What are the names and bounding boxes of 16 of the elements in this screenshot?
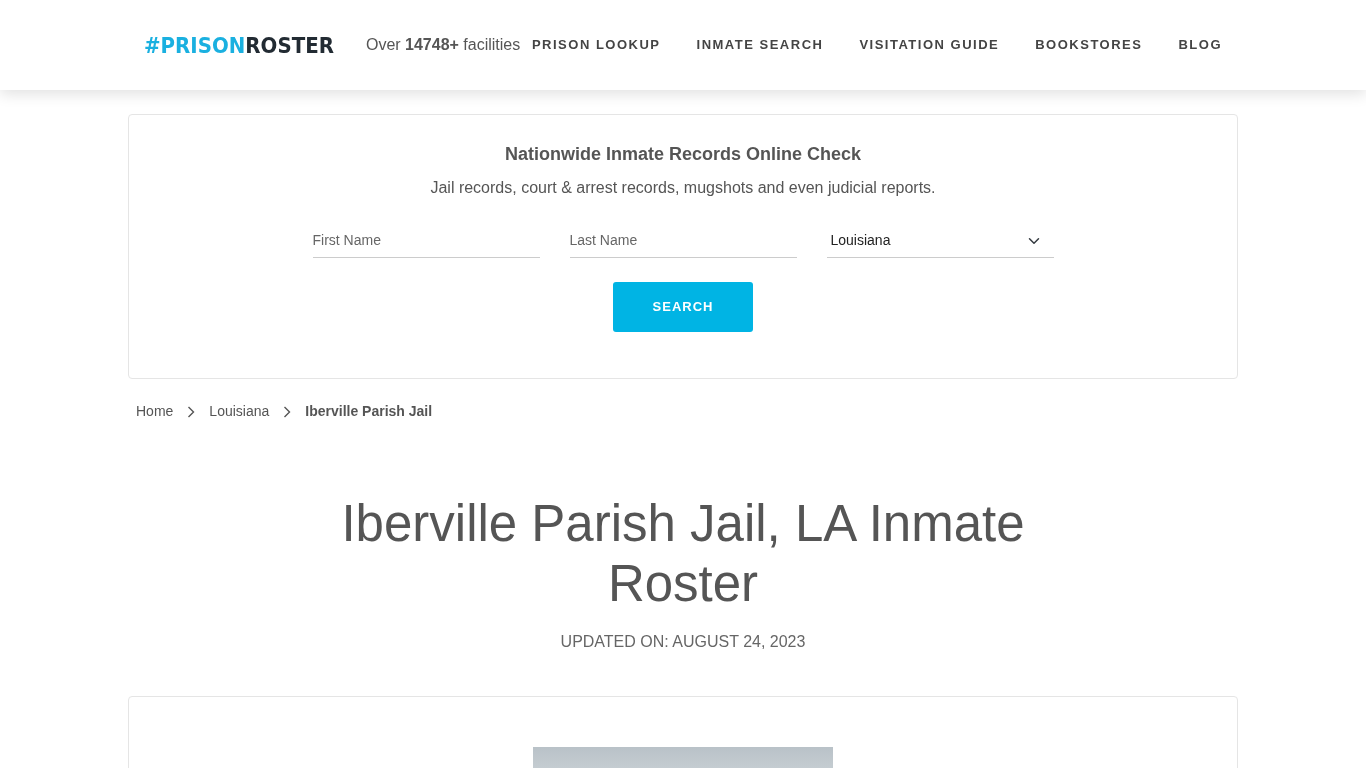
- nav-link[interactable]: INMATE SEARCH: [696, 35, 824, 55]
- nav-link[interactable]: BLOG: [1178, 35, 1222, 55]
- updated-date: UPDATED ON: AUGUST 24, 2023: [559, 632, 807, 652]
- facility-count: Over 14748+ facilities: [364, 35, 521, 55]
- breadcrumb-link[interactable]: Home: [136, 401, 174, 422]
- card-title: Nationwide Inmate Records Online Check: [503, 143, 863, 166]
- breadcrumb-current: Iberville Parish Jail: [305, 402, 433, 421]
- breadcrumb-link[interactable]: Louisiana: [209, 401, 270, 422]
- card-subtitle: Jail records, court & arrest records, mugshots and even judicial reports.: [429, 178, 937, 198]
- page-title: Iberville Parish Jail, LA Inmate Roster: [340, 494, 1026, 614]
- nav-link[interactable]: VISITATION GUIDE: [859, 35, 1000, 55]
- chevron-right-icon: [283, 405, 292, 418]
- site-logo[interactable]: #PRISONROSTER: [144, 28, 334, 62]
- chevron-right-icon: [187, 405, 196, 418]
- nav-link[interactable]: PRISON LOOKUP: [531, 35, 661, 55]
- nav-link[interactable]: BOOKSTORES: [1035, 35, 1143, 55]
